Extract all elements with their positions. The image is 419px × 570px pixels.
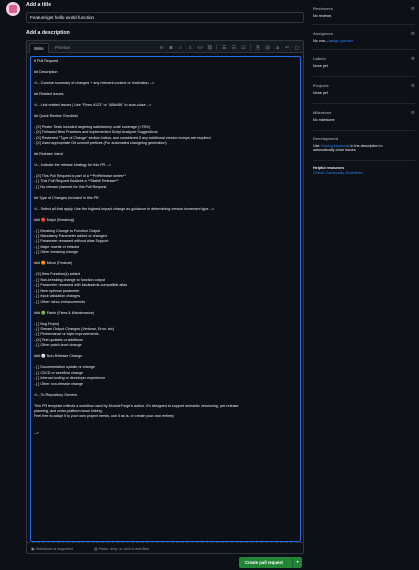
reference-icon[interactable]: ⇲ bbox=[275, 44, 280, 51]
labels-section: Labels ⚙ None yet bbox=[313, 56, 415, 68]
avatar[interactable] bbox=[6, 2, 20, 16]
description-label: Add a description bbox=[26, 30, 70, 36]
gear-icon[interactable]: ⚙ bbox=[411, 56, 415, 62]
markdown-hint[interactable]: ▣ Markdown is supported bbox=[31, 546, 73, 551]
development-text-prefix: Use bbox=[313, 143, 321, 148]
formatting-toolbar: H B I ≡ <> ⛓ ☰ ☷ ☑ ⎘ @ ⇲ ↶ ▢ bbox=[159, 44, 299, 51]
link-icon[interactable]: ⛓ bbox=[207, 44, 213, 51]
milestone-label[interactable]: Milestone bbox=[313, 110, 415, 116]
markdown-icon: ▣ bbox=[31, 547, 35, 551]
divider bbox=[313, 130, 415, 131]
development-section: Development Use Closing keywords in the … bbox=[313, 136, 415, 153]
assign-yourself-link[interactable]: assign yourself bbox=[329, 39, 354, 43]
closing-keywords-link[interactable]: Closing keywords bbox=[321, 144, 350, 148]
divider bbox=[313, 24, 415, 25]
italic-icon[interactable]: I bbox=[178, 44, 183, 51]
markdown-hint-text: Markdown is supported bbox=[36, 547, 74, 551]
gear-icon[interactable]: ⚙ bbox=[411, 110, 415, 116]
bold-icon[interactable]: B bbox=[169, 44, 174, 51]
helpful-resources-section: Helpful resources GitHub Community Guide… bbox=[313, 166, 415, 175]
description-editor: Write Preview H B I ≡ <> ⛓ ☰ ☷ ☑ ⎘ @ ⇲ ↶… bbox=[26, 40, 304, 554]
create-pull-request-button[interactable]: Create pull request ▼ bbox=[239, 557, 302, 568]
pull-request-form-page: Add a title Feature/get hello world func… bbox=[0, 0, 419, 570]
projects-label[interactable]: Projects bbox=[313, 83, 415, 89]
divider bbox=[313, 160, 415, 161]
gear-icon[interactable]: ⚙ bbox=[411, 6, 415, 12]
reviewers-value: No reviews bbox=[313, 13, 332, 18]
fullscreen-icon[interactable]: ▢ bbox=[294, 44, 299, 51]
gear-icon[interactable]: ⚙ bbox=[411, 83, 415, 89]
tab-preview[interactable]: Preview bbox=[51, 43, 74, 53]
projects-value: None yet bbox=[313, 90, 328, 95]
attach-files-hint[interactable]: ▤ Paste, drop, or click to add files bbox=[94, 546, 149, 551]
chevron-down-icon[interactable]: ▼ bbox=[292, 557, 302, 568]
development-text-line2: automatically close issues bbox=[313, 148, 356, 153]
create-pull-request-label: Create pull request bbox=[245, 560, 283, 565]
title-label: Add a title bbox=[26, 2, 52, 8]
tab-write[interactable]: Write bbox=[29, 43, 49, 53]
development-label: Development bbox=[313, 136, 339, 141]
community-guidelines-link[interactable]: GitHub Community Guidelines bbox=[313, 171, 415, 176]
divider bbox=[313, 103, 415, 104]
milestone-section: Milestone ⚙ No milestone bbox=[313, 110, 415, 122]
quote-icon[interactable]: ≡ bbox=[188, 44, 193, 51]
image-icon: ▤ bbox=[94, 547, 98, 551]
numbered-list-icon[interactable]: ☰ bbox=[222, 44, 227, 51]
attach-files-text: Paste, drop, or click to add files bbox=[99, 547, 149, 551]
mention-icon[interactable]: @ bbox=[265, 44, 270, 51]
code-icon[interactable]: <> bbox=[197, 44, 202, 51]
description-line: --> bbox=[34, 430, 39, 435]
assignees-label[interactable]: Assignees bbox=[313, 31, 415, 37]
editor-footer: ▣ Markdown is supported ▤ Paste, drop, o… bbox=[27, 542, 303, 553]
labels-label[interactable]: Labels bbox=[313, 56, 415, 62]
labels-value: None yet bbox=[313, 63, 328, 68]
gear-icon[interactable]: ⚙ bbox=[411, 31, 415, 37]
title-input[interactable]: Feature/get hello world function bbox=[26, 12, 304, 23]
attach-icon[interactable]: ⎘ bbox=[256, 44, 261, 51]
projects-section: Projects ⚙ None yet bbox=[313, 83, 415, 95]
divider bbox=[313, 49, 415, 50]
development-text-suffix: in the description to bbox=[349, 143, 383, 148]
milestone-value: No milestone bbox=[313, 117, 335, 122]
toolbar-divider bbox=[250, 44, 252, 50]
assignees-section: Assignees ⚙ No one—assign yourself bbox=[313, 31, 415, 43]
divider bbox=[313, 76, 415, 77]
assignees-none-text: No one— bbox=[313, 38, 329, 43]
toolbar-divider bbox=[216, 44, 218, 50]
reviewers-label[interactable]: Reviewers bbox=[313, 6, 415, 12]
description-textarea[interactable]: # Pull Request ## Description <!-- Concise… bbox=[30, 56, 301, 542]
task-list-icon[interactable]: ☑ bbox=[241, 44, 246, 51]
editor-tabbar: Write Preview H B I ≡ <> ⛓ ☰ ☷ ☑ ⎘ @ ⇲ ↶… bbox=[27, 41, 303, 53]
reviewers-section: Reviewers ⚙ No reviews bbox=[313, 6, 415, 18]
bulleted-list-icon[interactable]: ☷ bbox=[231, 44, 236, 51]
heading-icon[interactable]: H bbox=[159, 44, 164, 51]
assignees-value: No one—assign yourself bbox=[313, 39, 415, 44]
undo-icon[interactable]: ↶ bbox=[284, 44, 289, 51]
